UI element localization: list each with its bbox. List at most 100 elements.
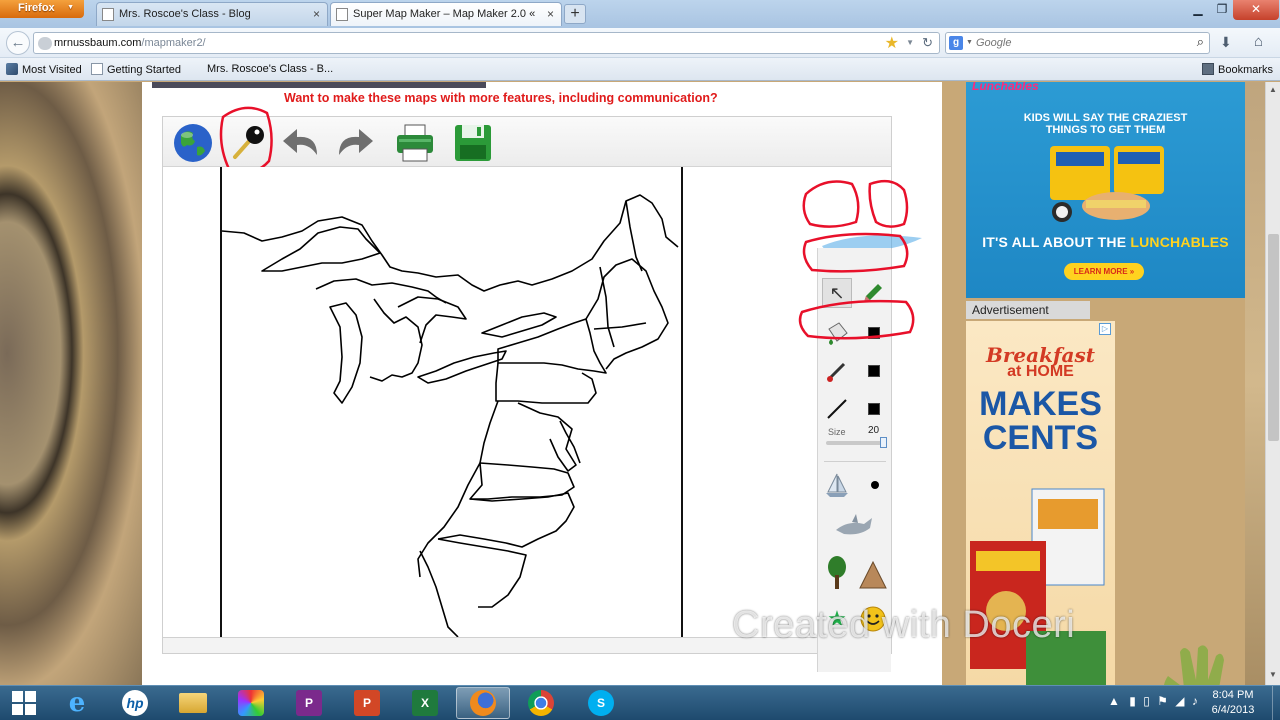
taskbar-hp[interactable]: hp [108,687,162,719]
virginia [469,462,575,500]
north-carolina [437,492,575,548]
close-window-button[interactable]: ✕ [1233,0,1279,20]
restore-button[interactable]: ❐ [1211,0,1233,20]
scroll-up-icon[interactable]: ▲ [1269,85,1277,94]
bookmark-roscoe-class[interactable]: Mrs. Roscoe's Class - B... [207,63,333,75]
search-icon[interactable]: ⌕ [1197,34,1204,50]
taskbar-skype[interactable]: S [574,687,628,719]
brush-tool[interactable] [822,356,852,386]
line-color-swatch[interactable] [868,403,880,415]
tab-label: Super Map Maker – Map Maker 2.0 « [353,8,536,20]
powerpoint-icon: P [354,690,380,716]
taskbar-publisher[interactable]: P [282,687,336,719]
site-identity-icon[interactable] [38,37,52,50]
google-icon[interactable]: g [949,36,963,50]
mountain-stamp[interactable] [858,560,888,590]
taskbar-internet-explorer[interactable]: e [50,687,104,719]
tray-app-icon[interactable]: ▮ [1129,694,1136,708]
tray-network-icon[interactable]: ◢ [1175,694,1184,708]
tray-power-icon[interactable]: ▯ [1143,694,1150,708]
home-icon[interactable]: ⌂ [1254,33,1263,50]
brush-color-swatch[interactable] [868,365,880,377]
sailboat-icon [826,473,848,497]
shark-stamp[interactable] [834,512,874,542]
bookmark-getting-started[interactable]: Getting Started [91,63,181,76]
minimize-button[interactable]: ▁ [1185,0,1211,20]
mass-line [593,322,647,330]
bookmarks-menu[interactable]: Bookmarks [1202,63,1273,76]
tab-map-maker[interactable]: Super Map Maker – Map Maker 2.0 « × [330,2,562,26]
ad-brand: Lunchables [972,82,1039,93]
taskbar-file-explorer[interactable] [166,687,220,719]
firefox-menu-button[interactable]: Firefox ▼ [0,0,84,18]
taskbar-paint[interactable] [224,687,278,719]
line-tool[interactable] [822,394,852,424]
header-strip [152,82,486,88]
taskbar-excel[interactable]: X [398,687,452,719]
northeast-us-map [221,194,679,638]
learn-more-button[interactable]: LEARN MORE » [1064,263,1144,280]
promo-link[interactable]: Want to make these maps with more featur… [284,91,718,105]
folder-icon [179,693,207,713]
start-button[interactable] [4,687,44,719]
adchoices-icon[interactable]: ▷ [1099,323,1111,335]
undo-icon [283,129,317,155]
page-scrollbar[interactable]: ▲ ▼ [1265,82,1280,685]
map-toolbar [163,106,891,174]
show-desktop-button[interactable] [1272,686,1280,720]
size-slider-thumb[interactable] [880,437,887,448]
reload-icon[interactable]: ↻ [922,35,933,51]
save-button[interactable] [451,121,495,165]
history-dropdown-icon[interactable]: ▼ [906,38,914,47]
url-bar[interactable]: mrnussbaum.com/mapmaker2/ ★ ▼ ↻ [33,32,940,54]
globe-button[interactable] [171,121,215,165]
lunchables-product-image [1050,146,1164,222]
navigation-bar: ← mrnussbaum.com/mapmaker2/ ★ ▼ ↻ g ▼ ⌕ … [0,28,1280,58]
doceri-hand-icon [1164,645,1224,685]
back-button[interactable]: ← [6,31,30,55]
tree-stamp[interactable] [822,556,852,589]
appalachian-west [417,462,481,578]
close-tab-icon[interactable]: × [313,7,320,21]
lunchables-ad[interactable]: Lunchables KIDS WILL SAY THE CRAZIEST TH… [966,82,1245,298]
scroll-down-icon[interactable]: ▼ [1269,670,1277,679]
map-canvas[interactable] [220,167,683,638]
annotation-circle [219,106,273,174]
close-tab-icon[interactable]: × [547,7,554,21]
advertisement-label: Advertisement [966,301,1090,319]
taskbar-firefox[interactable] [456,687,510,719]
redo-button[interactable] [333,121,377,165]
excel-icon: X [412,690,438,716]
clock-time[interactable]: 8:04 PM [1198,689,1268,701]
bookmark-most-visited[interactable]: Most Visited [6,63,82,76]
tray-flag-icon[interactable]: ⚑ [1157,694,1168,708]
undo-button[interactable] [279,121,323,165]
search-bar[interactable]: g ▼ ⌕ [945,32,1210,54]
clock-date[interactable]: 6/4/2013 [1198,704,1268,716]
new-tab-button[interactable]: + [564,4,586,24]
taskbar-chrome[interactable] [514,687,568,719]
map-maker-app [162,106,892,654]
search-input[interactable] [976,37,1176,49]
canada-border [221,194,679,292]
taskbar-powerpoint[interactable]: P [340,687,394,719]
downloads-icon[interactable]: ⬇ [1220,34,1232,51]
bookmark-star-icon[interactable]: ★ [885,33,899,53]
web-page: Want to make these maps with more featur… [0,82,1280,685]
search-engine-dropdown-icon[interactable]: ▼ [966,39,973,46]
new-york [497,318,607,374]
sailboat-stamp[interactable] [822,470,852,500]
print-button[interactable] [393,121,437,165]
bookmark-label: Bookmarks [1218,64,1274,76]
tray-expand-icon[interactable]: ▲ [1108,694,1120,708]
size-slider-track[interactable] [826,441,884,445]
scrollbar-thumb[interactable] [1268,234,1279,441]
page-icon [91,63,103,75]
bookmark-label: Most Visited [22,64,82,76]
tray-volume-icon[interactable]: ♪ [1192,694,1198,708]
tab-blog[interactable]: Mrs. Roscoe's Class - Blog × [96,2,328,26]
ad2-line-makes-cents: MAKES CENTS [966,387,1115,455]
dot-stamp[interactable] [860,470,890,500]
ad2-makes: MAKES [979,385,1102,423]
bookmark-label: Getting Started [107,64,181,76]
